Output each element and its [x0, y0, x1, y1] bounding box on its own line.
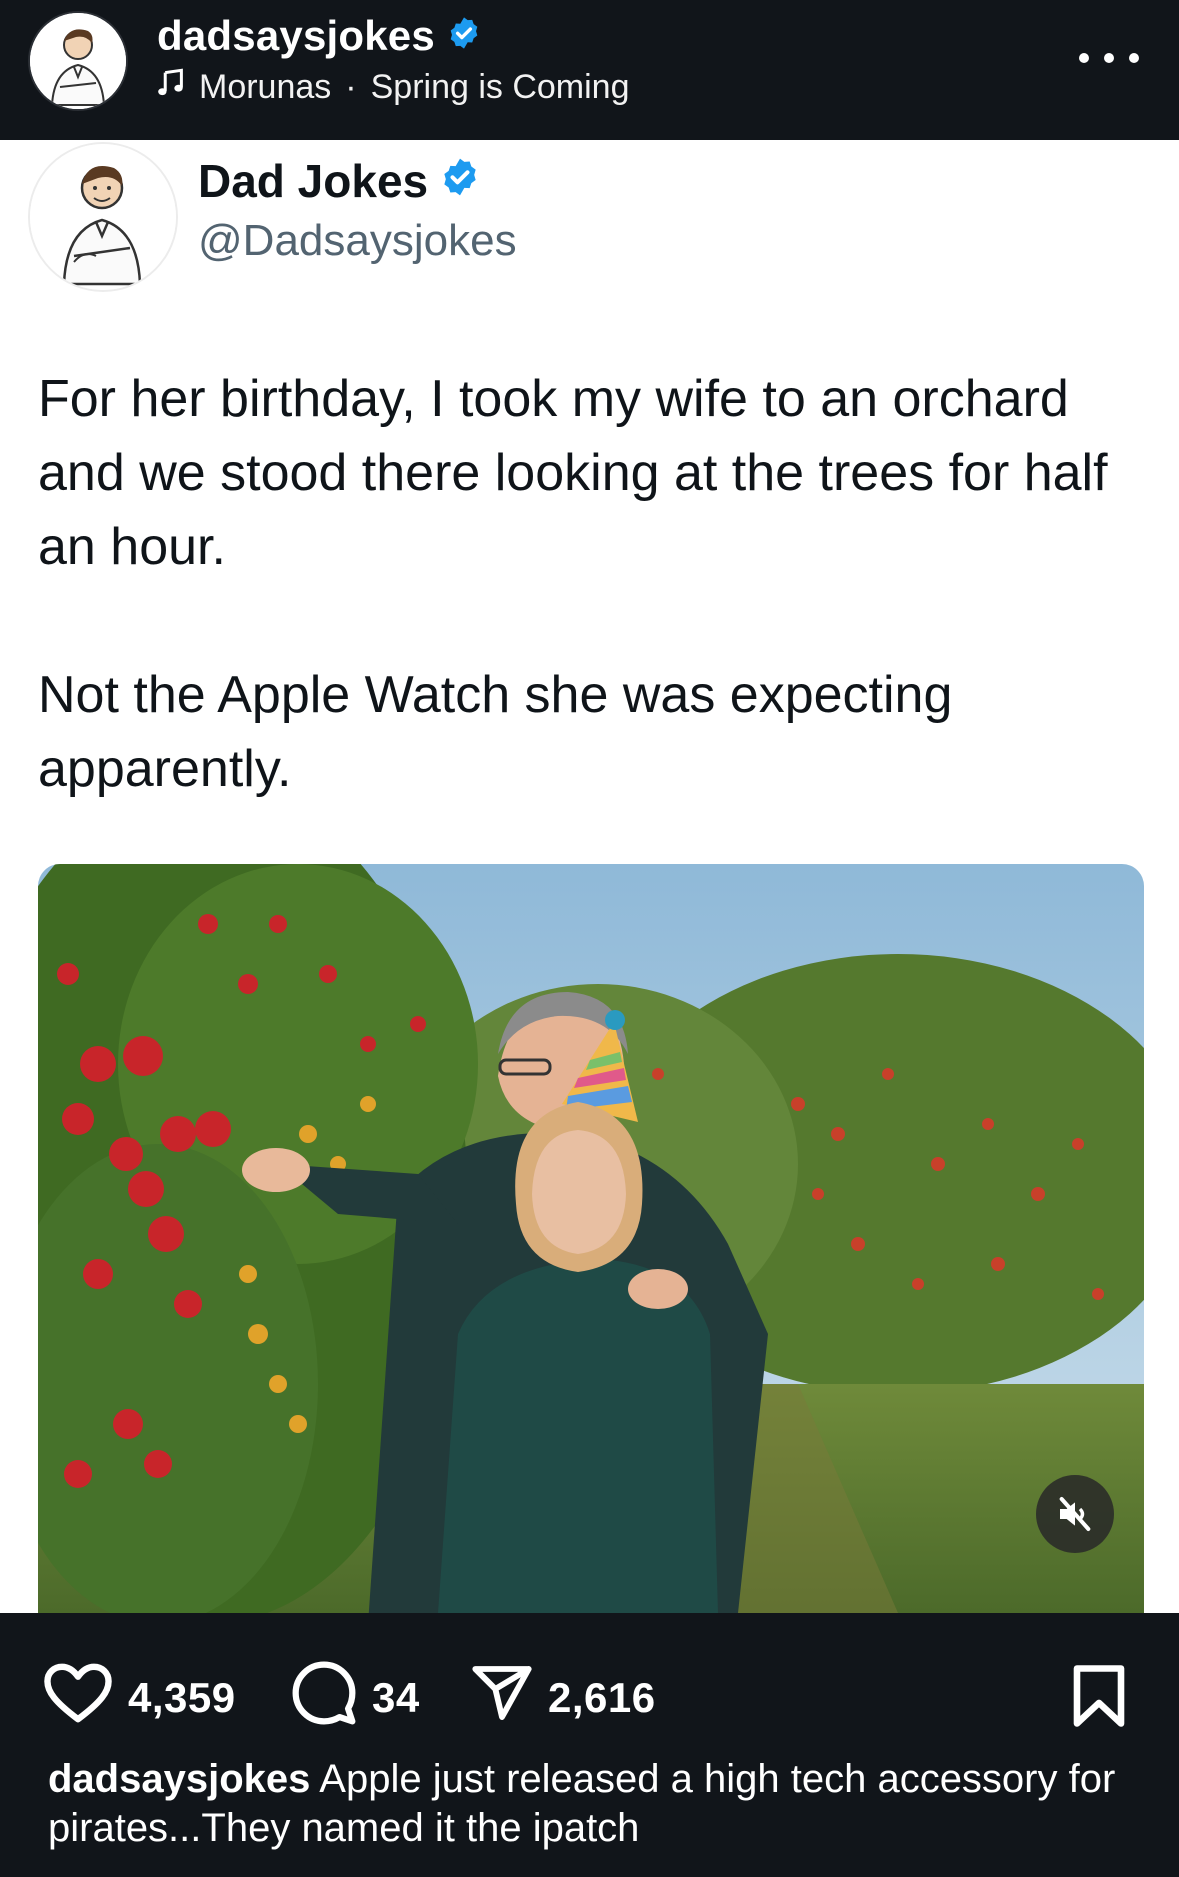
comment-button[interactable]: 34	[290, 1661, 420, 1735]
tweet-avatar	[30, 144, 176, 290]
audio-track-title: Spring is Coming	[370, 68, 630, 106]
like-count: 4,359	[128, 1674, 236, 1721]
paper-plane-icon	[470, 1661, 534, 1735]
more-options-icon[interactable]	[1079, 46, 1139, 70]
like-button[interactable]: 4,359	[42, 1661, 236, 1735]
post-header: dadsaysjokes Morunas · Spring is Coming	[0, 0, 1179, 140]
tweet-card: Dad Jokes @Dadsaysjokes For her birthday…	[0, 140, 1179, 1613]
comment-count: 34	[372, 1674, 420, 1721]
cartoon-dad-avatar-icon	[30, 13, 126, 109]
tweet-text: For her birthday, I took my wife to an o…	[38, 362, 1148, 806]
cartoon-dad-avatar-icon	[30, 144, 176, 290]
share-button[interactable]: 2,616	[470, 1661, 656, 1735]
comment-bubble-icon	[290, 1659, 358, 1737]
muted-speaker-icon[interactable]	[1036, 1475, 1114, 1553]
caption-username[interactable]: dadsaysjokes	[48, 1757, 310, 1801]
avatar[interactable]	[30, 13, 126, 109]
heart-icon	[42, 1661, 114, 1735]
audio-separator: ·	[345, 68, 357, 106]
tweet-photo[interactable]	[38, 864, 1144, 1613]
share-count: 2,616	[548, 1674, 656, 1721]
tweet-author-handle: @Dadsaysjokes	[198, 216, 517, 265]
tweet-author-name: Dad Jokes	[198, 155, 429, 207]
music-note-icon	[157, 68, 185, 107]
post-caption: dadsaysjokes Apple just released a high …	[48, 1755, 1138, 1853]
tweet-paragraph-2: Not the Apple Watch she was expecting ap…	[38, 666, 953, 798]
bookmark-icon[interactable]	[1071, 1663, 1127, 1734]
audio-artist: Morunas	[199, 68, 332, 106]
orchard-couple-image	[38, 864, 1144, 1613]
tweet-paragraph-1: For her birthday, I took my wife to an o…	[38, 370, 1108, 576]
verified-badge-icon	[447, 12, 481, 60]
post-action-bar: 4,359 34 2,616 dadsaysjokes Apple just r…	[0, 1613, 1179, 1877]
username-row[interactable]: dadsaysjokes	[157, 12, 481, 60]
verified-badge-icon	[440, 154, 480, 208]
audio-track[interactable]: Morunas · Spring is Coming	[157, 68, 630, 107]
tweet-author-name-row: Dad Jokes	[198, 154, 480, 208]
username[interactable]: dadsaysjokes	[157, 12, 435, 60]
